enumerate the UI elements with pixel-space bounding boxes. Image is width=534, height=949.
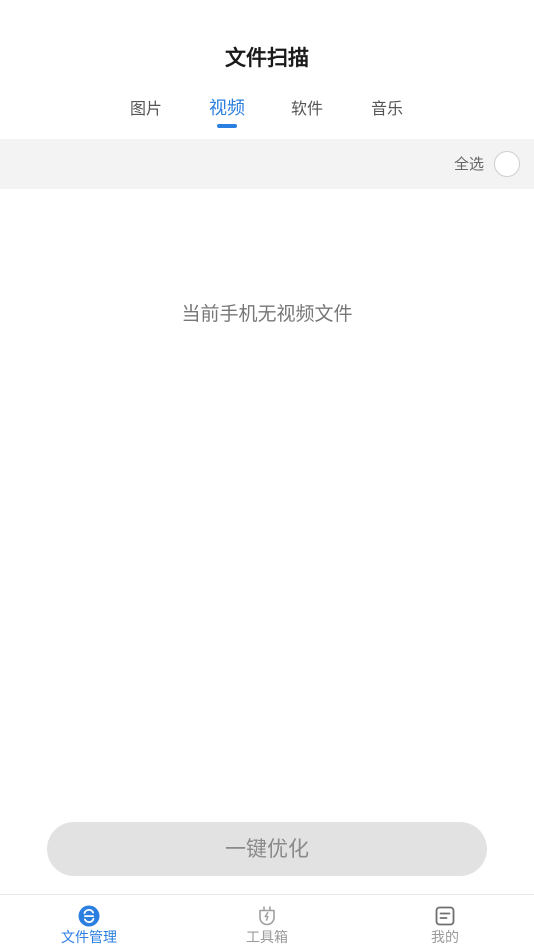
tab-videos[interactable]: 视频 — [187, 94, 267, 130]
nav-label: 文件管理 — [61, 930, 117, 946]
category-tabs: 图片 视频 软件 音乐 — [0, 94, 534, 134]
app-screen: 文件扫描 图片 视频 软件 音乐 全选 当前手机无视频文件 一键优化 文件管理 … — [0, 0, 534, 949]
select-all-radio[interactable] — [494, 151, 520, 177]
empty-state-message: 当前手机无视频文件 — [181, 303, 353, 325]
tab-label: 图片 — [129, 99, 162, 118]
tab-label: 音乐 — [370, 99, 403, 118]
nav-item-file-manager[interactable]: 文件管理 — [0, 895, 178, 949]
select-all-bar: 全选 — [0, 139, 534, 189]
tab-label: 视频 — [209, 98, 245, 119]
tab-music[interactable]: 音乐 — [347, 94, 427, 130]
nav-label: 工具箱 — [246, 930, 288, 946]
nav-item-profile[interactable]: 我的 — [356, 895, 534, 949]
profile-note-icon — [435, 906, 455, 926]
nav-label: 我的 — [431, 930, 459, 946]
page-title: 文件扫描 — [225, 46, 309, 70]
tab-label: 软件 — [290, 99, 323, 118]
tab-apps[interactable]: 软件 — [267, 94, 347, 130]
toolbox-plug-icon — [259, 906, 275, 926]
bottom-nav: 文件管理 工具箱 我的 — [0, 894, 534, 949]
optimize-button[interactable]: 一键优化 — [47, 822, 487, 876]
tab-images[interactable]: 图片 — [106, 94, 186, 130]
nav-item-toolbox[interactable]: 工具箱 — [178, 895, 356, 949]
active-tab-indicator — [217, 124, 237, 128]
select-all-label[interactable]: 全选 — [454, 139, 484, 189]
file-manager-icon — [78, 905, 100, 927]
